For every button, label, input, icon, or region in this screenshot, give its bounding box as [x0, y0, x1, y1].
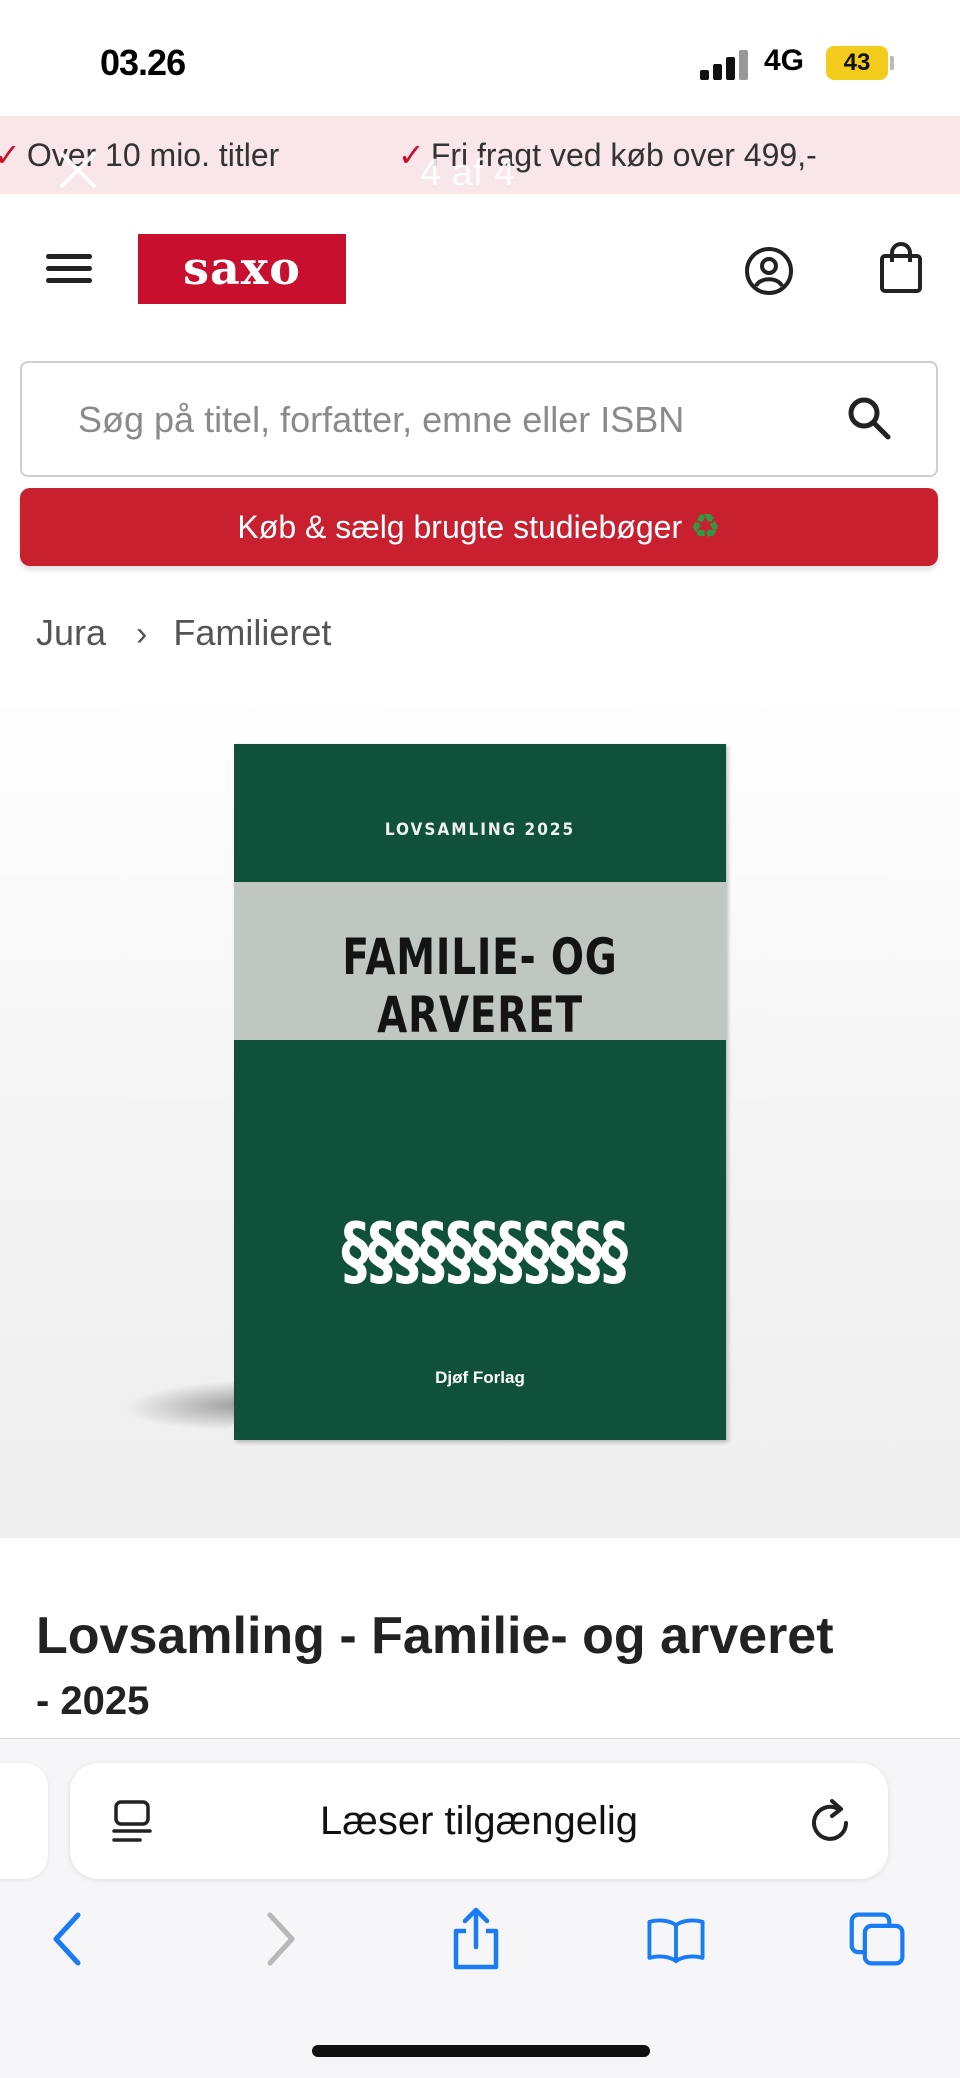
recycle-icon: ♻	[690, 508, 721, 546]
home-indicator	[312, 2045, 650, 2057]
battery-icon: 43	[826, 46, 888, 80]
book-cover[interactable]: LOVSAMLING 2025 FAMILIE- OG ARVERET §§§§…	[234, 744, 726, 1440]
reload-icon[interactable]	[808, 1797, 854, 1845]
paragraph-symbols: §§§§§§§§§§§	[341, 1206, 628, 1295]
book-cover-title: FAMILIE- OG ARVERET	[342, 928, 618, 1044]
used-books-label: Køb & sælg brugte studiebøger	[237, 509, 683, 545]
usp-item: ✓ Over 10 mio. titler	[0, 136, 279, 174]
breadcrumb: Jura › Familieret	[36, 612, 331, 654]
saxo-logo[interactable]: saxo	[138, 234, 346, 304]
site-header: saxo	[0, 194, 960, 344]
browser-toolbar: Læser tilgængelig	[0, 1738, 960, 2078]
tabs-icon[interactable]	[848, 1907, 908, 1971]
forward-icon[interactable]	[248, 1907, 308, 1971]
account-icon[interactable]	[744, 246, 794, 296]
used-books-button[interactable]: Køb & sælg brugte studiebøger ♻	[20, 488, 938, 566]
image-counter: 4 af 4	[420, 152, 516, 194]
address-text: Læser tilgængelig	[320, 1799, 638, 1843]
network-label: 4G	[764, 44, 805, 77]
book-title-band: FAMILIE- OG ARVERET	[234, 882, 726, 1044]
breadcrumb-familieret[interactable]: Familieret	[173, 612, 331, 653]
search-box	[20, 361, 938, 477]
share-icon[interactable]	[446, 1907, 506, 1971]
check-icon: ✓	[0, 137, 21, 173]
status-bar: 03.26 4G 43	[0, 0, 960, 116]
breadcrumb-jura[interactable]: Jura	[36, 612, 106, 653]
shopping-bag-icon[interactable]	[878, 242, 924, 294]
product-year: - 2025	[36, 1679, 150, 1724]
close-icon[interactable]	[56, 148, 100, 192]
search-icon[interactable]	[844, 393, 894, 443]
bookmarks-icon[interactable]	[646, 1907, 706, 1971]
book-publisher: Djøf Forlag	[435, 1368, 525, 1387]
address-bar[interactable]: Læser tilgængelig	[70, 1763, 888, 1879]
chevron-right-icon: ›	[136, 615, 148, 653]
previous-tab-peek[interactable]	[0, 1763, 48, 1879]
battery-tip	[890, 56, 894, 70]
menu-icon[interactable]	[46, 252, 92, 286]
book-series: LOVSAMLING 2025	[384, 820, 576, 840]
back-icon[interactable]	[40, 1907, 100, 1971]
product-title-text: Lovsamling - Familie- og arveret	[36, 1607, 834, 1665]
signal-icon	[700, 48, 750, 80]
status-time: 03.26	[100, 42, 186, 83]
product-title: Lovsamling - Familie- og arveret - 2025	[36, 1608, 916, 1723]
search-input[interactable]	[78, 399, 778, 441]
